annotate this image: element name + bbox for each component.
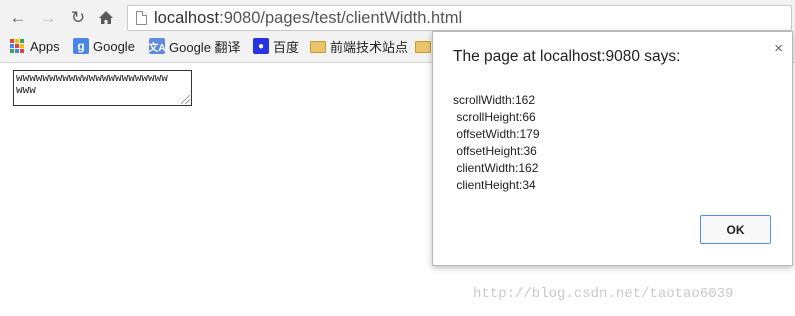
bookmark-google-translate[interactable]: 文A Google 翻译 bbox=[148, 35, 241, 57]
address-bar[interactable]: localhost:9080/pages/test/clientWidth.ht… bbox=[127, 5, 792, 31]
bookmark-label: Google 翻译 bbox=[169, 39, 241, 55]
bookmark-folder-frontend[interactable]: 前端技术站点 bbox=[310, 35, 408, 57]
textarea-value: wwwwwwwwwwwwwwwwwwwwwwwwww bbox=[16, 73, 168, 97]
forward-arrow-icon[interactable]: → bbox=[38, 7, 58, 27]
page-icon bbox=[136, 11, 147, 25]
url-host: localhost bbox=[154, 9, 220, 27]
bookmark-apps[interactable]: Apps bbox=[10, 35, 60, 57]
watermark: http://blog.csdn.net/taotao6039 bbox=[473, 286, 734, 302]
bookmark-baidu[interactable]: ● 百度 bbox=[253, 35, 299, 57]
alert-dialog: The page at localhost:9080 says: × scrol… bbox=[432, 31, 793, 266]
back-arrow-icon[interactable]: ← bbox=[8, 7, 28, 27]
resize-handle[interactable] bbox=[181, 95, 190, 104]
apps-grid-icon bbox=[10, 39, 26, 53]
close-icon[interactable]: × bbox=[774, 40, 783, 57]
bookmark-label: Apps bbox=[30, 38, 60, 54]
folder-icon bbox=[310, 41, 326, 53]
bookmark-google[interactable]: g Google bbox=[73, 35, 135, 57]
baidu-paw-icon: ● bbox=[253, 38, 269, 54]
navigation-bar: ← → ↻ localhost:9080/pages/test/clientWi… bbox=[0, 4, 795, 32]
url-text[interactable]: localhost:9080/pages/test/clientWidth.ht… bbox=[154, 9, 462, 28]
ok-button[interactable]: OK bbox=[700, 215, 771, 244]
dialog-title: The page at localhost:9080 says: bbox=[453, 48, 681, 65]
reload-icon[interactable]: ↻ bbox=[68, 7, 88, 27]
dialog-message: scrollWidth:162 scrollHeight:66 offsetWi… bbox=[453, 93, 540, 192]
bookmark-label: Google bbox=[93, 38, 135, 54]
folder-icon bbox=[415, 41, 431, 53]
bookmark-label: 百度 bbox=[273, 39, 300, 55]
home-icon[interactable] bbox=[96, 7, 116, 27]
url-path: :9080/pages/test/clientWidth.html bbox=[219, 9, 463, 27]
test-textarea[interactable]: wwwwwwwwwwwwwwwwwwwwwwwwww bbox=[13, 70, 192, 106]
bookmark-label: 前端技术站点 bbox=[330, 39, 409, 55]
google-translate-icon: 文A bbox=[148, 38, 166, 54]
google-icon: g bbox=[73, 38, 89, 54]
